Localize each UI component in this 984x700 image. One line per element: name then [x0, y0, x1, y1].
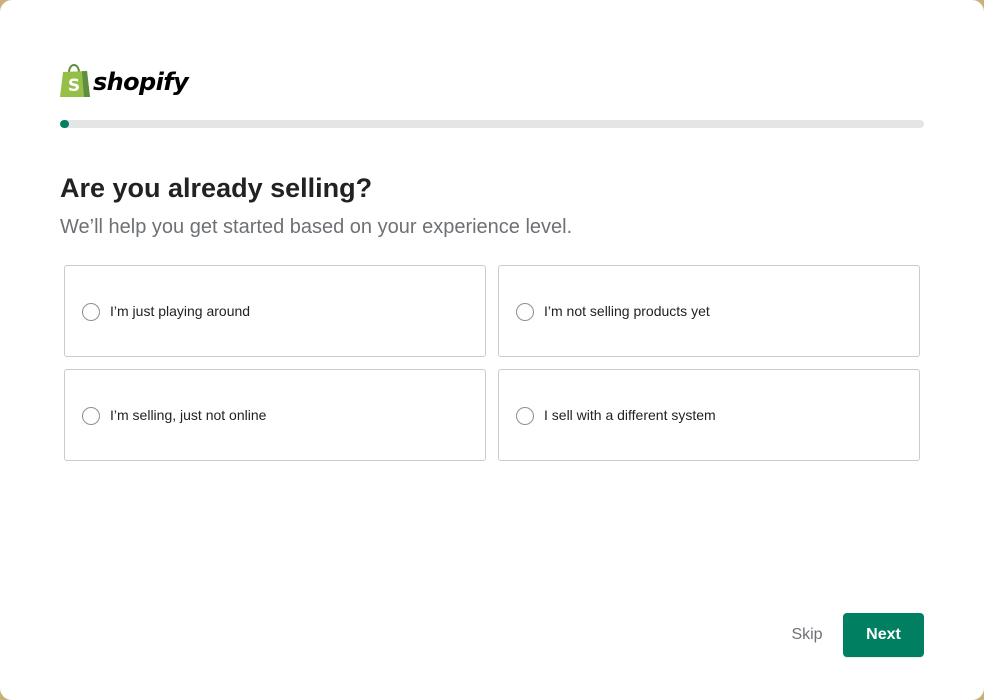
option-selling-not-online[interactable]: I’m selling, just not online — [64, 369, 486, 461]
page-title: Are you already selling? — [60, 173, 373, 203]
option-label: I sell with a different system — [544, 407, 716, 423]
option-different-system[interactable]: I sell with a different system — [498, 369, 920, 461]
svg-text:S: S — [68, 76, 80, 96]
logo-wordmark: shopify — [93, 68, 189, 96]
option-label: I’m just playing around — [110, 303, 251, 319]
options-grid: I’m just playing around I’m not selling … — [64, 265, 920, 461]
skip-button[interactable]: Skip — [780, 613, 834, 657]
progress-bar-fill — [60, 120, 69, 128]
shopping-bag-icon: S — [60, 64, 90, 97]
radio-button[interactable] — [82, 303, 100, 321]
page-subtitle: We’ll help you get started based on your… — [60, 216, 573, 238]
radio-button[interactable] — [516, 407, 534, 425]
shopify-logo: S shopify — [60, 64, 189, 98]
progress-bar — [60, 120, 924, 128]
option-label: I’m selling, just not online — [110, 407, 267, 423]
radio-button[interactable] — [82, 407, 100, 425]
option-label: I’m not selling products yet — [544, 303, 710, 319]
option-not-selling-yet[interactable]: I’m not selling products yet — [498, 265, 920, 357]
option-just-playing[interactable]: I’m just playing around — [64, 265, 486, 357]
radio-button[interactable] — [516, 303, 534, 321]
next-button[interactable]: Next — [843, 613, 924, 657]
onboarding-dialog: S shopify Are you already selling? We’ll… — [0, 0, 984, 700]
